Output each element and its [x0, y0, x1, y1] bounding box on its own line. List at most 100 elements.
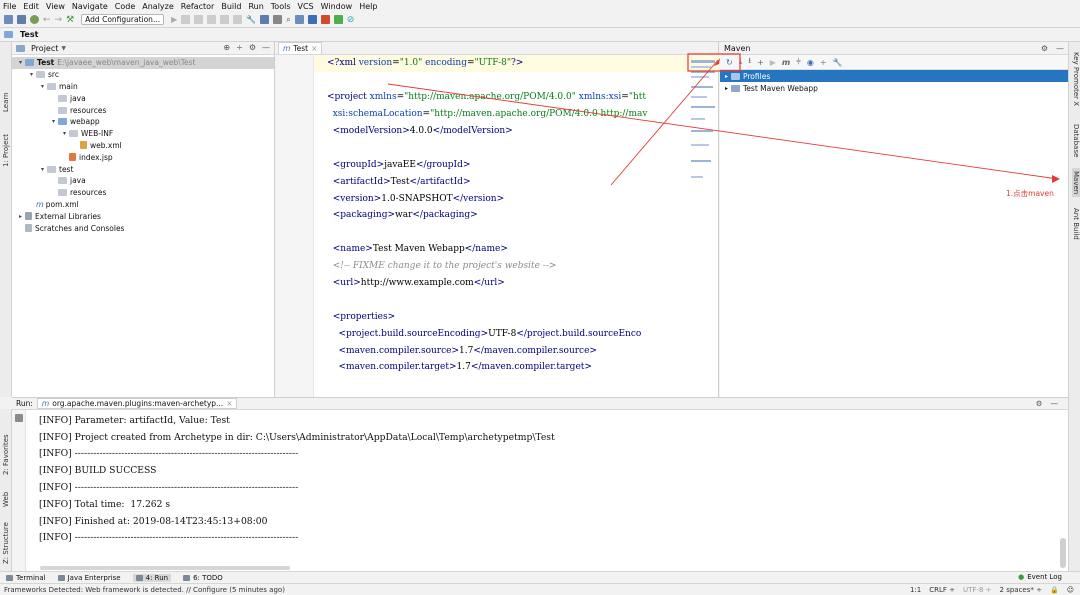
tree-item[interactable]: resources — [12, 187, 274, 199]
event-log-button[interactable]: ● Event Log — [1018, 573, 1062, 581]
wrench-icon[interactable]: 🔧 — [833, 58, 843, 67]
tree-item[interactable]: ▸ External Libraries — [12, 210, 274, 222]
collapse-icon[interactable]: ÷ — [236, 43, 243, 52]
add-icon[interactable]: + — [757, 58, 764, 67]
sync-icon[interactable] — [30, 15, 39, 24]
menu-item-analyze[interactable]: Analyze — [142, 2, 174, 11]
menu-item-build[interactable]: Build — [221, 2, 241, 11]
breadcrumb-project[interactable]: Test — [20, 30, 38, 39]
disable-icon[interactable]: ⊘ — [347, 15, 355, 25]
run-icon[interactable]: ▶ — [171, 15, 177, 24]
menu-item-view[interactable]: View — [46, 2, 65, 11]
line-separator[interactable]: CRLF ÷ — [929, 586, 955, 594]
profile-icon[interactable] — [207, 15, 217, 24]
structure-tool-tab[interactable]: Z: Structure — [2, 522, 10, 564]
tree-item[interactable]: web.xml — [12, 140, 274, 152]
bottom-tab-java-enterprise[interactable]: Java Enterprise — [57, 574, 121, 582]
save-icon[interactable] — [17, 15, 26, 24]
chevron-down-icon[interactable]: ▼ — [61, 45, 66, 52]
hide-icon[interactable]: — — [1056, 44, 1064, 53]
project-tool-tab[interactable]: 1: Project — [2, 134, 10, 167]
menu-item-code[interactable]: Code — [115, 2, 135, 11]
project-structure-icon[interactable] — [260, 15, 270, 24]
tree-item[interactable]: ▾ webapp — [12, 116, 274, 128]
toggle-offline-icon[interactable]: ⫩ — [796, 57, 801, 67]
web-tool-tab[interactable]: Web — [2, 492, 10, 507]
caret-position[interactable]: 1:1 — [910, 586, 921, 594]
rerun-icon[interactable] — [15, 414, 23, 422]
menu-item-vcs[interactable]: VCS — [298, 2, 314, 11]
sdk-icon[interactable] — [273, 15, 283, 24]
favorites-tool-tab[interactable]: 2: Favorites — [2, 434, 10, 475]
build-hammer-icon[interactable]: ⚒ — [66, 15, 74, 25]
file-encoding[interactable]: UTF-8 ÷ — [963, 586, 992, 594]
download-icon[interactable]: ⭳ — [748, 55, 751, 69]
chevron-right-icon[interactable]: ▸ — [722, 85, 731, 92]
tree-item[interactable]: ▾ WEB-INF — [12, 128, 274, 140]
chevron-down-icon[interactable]: ▾ — [38, 166, 47, 173]
search-icon[interactable]: ⌕ — [286, 15, 290, 25]
gear-icon[interactable]: ⚙ — [249, 43, 256, 52]
stop-icon[interactable] — [220, 15, 230, 24]
inspector-icon[interactable]: ☺ — [1067, 586, 1074, 594]
vcs-icon[interactable] — [294, 15, 304, 24]
close-icon[interactable]: × — [311, 44, 317, 53]
console-scrollbar[interactable] — [1060, 538, 1066, 568]
menu-item-help[interactable]: Help — [359, 2, 377, 11]
gear-icon[interactable]: ⚙ — [1036, 399, 1043, 408]
wrench-icon[interactable]: 🔧 — [246, 15, 256, 24]
debug-icon[interactable] — [181, 15, 191, 24]
run-console[interactable]: [INFO] Parameter: artifactId, Value: Tes… — [26, 410, 1068, 572]
reimport-icon[interactable]: ↻ — [726, 58, 733, 67]
open-icon[interactable] — [4, 15, 13, 24]
key-promoter-tool-tab[interactable]: Key Promoter X — [1072, 52, 1080, 106]
project-panel-title[interactable]: Project — [31, 44, 58, 53]
chevron-right-icon[interactable]: ▸ — [16, 213, 25, 220]
minimap[interactable] — [689, 56, 718, 196]
chevron-down-icon[interactable]: ▾ — [16, 59, 25, 66]
tree-item[interactable]: java — [12, 92, 274, 104]
tree-item[interactable]: ▾ main — [12, 81, 274, 93]
chevron-down-icon[interactable]: ▾ — [38, 83, 47, 90]
menu-item-file[interactable]: File — [3, 2, 16, 11]
bottom-tab-4-run[interactable]: 4: Run — [132, 573, 172, 582]
hide-icon[interactable]: — — [262, 43, 270, 52]
database-tool-tab[interactable]: Database — [1072, 124, 1080, 157]
console-h-scrollbar[interactable] — [40, 566, 290, 570]
attach-icon[interactable] — [233, 15, 243, 24]
run-tab[interactable]: m org.apache.maven.plugins:maven-archety… — [36, 398, 238, 409]
status-message[interactable]: Frameworks Detected: Web framework is de… — [4, 586, 285, 594]
tree-item[interactable]: ▾ src — [12, 69, 274, 81]
tree-item[interactable]: m pom.xml — [12, 199, 274, 211]
maven-tree-item[interactable]: ▸ Test Maven Webapp — [720, 82, 1068, 94]
generate-sources-icon[interactable]: ⤓ — [739, 57, 743, 67]
learn-tool-tab[interactable]: Learn — [2, 92, 10, 112]
menu-item-edit[interactable]: Edit — [23, 2, 39, 11]
maven-goal-icon[interactable]: m — [782, 58, 790, 67]
tree-item[interactable]: ▾ Test E:\javaee_web\maven_java_web\Test — [12, 57, 274, 69]
forward-icon[interactable]: → — [55, 15, 63, 25]
back-icon[interactable]: ← — [43, 15, 51, 25]
maven-tool-tab[interactable]: Maven — [1072, 168, 1080, 198]
code-area[interactable]: 1<?xml version="1.0" encoding="UTF-8"?>2… — [314, 55, 719, 397]
run-icon[interactable]: ▶ — [770, 58, 776, 67]
menu-item-run[interactable]: Run — [248, 2, 263, 11]
editor-tab-test[interactable]: m Test × — [278, 42, 323, 54]
plugin-icon[interactable] — [307, 15, 317, 24]
presentation-icon[interactable] — [333, 15, 343, 24]
menu-item-navigate[interactable]: Navigate — [72, 2, 108, 11]
jrebel-icon[interactable] — [320, 15, 330, 24]
lock-icon[interactable]: 🔒 — [1050, 586, 1059, 594]
chevron-down-icon[interactable]: ▾ — [27, 71, 36, 78]
menu-item-refactor[interactable]: Refactor — [181, 2, 215, 11]
bottom-tab-6-todo[interactable]: 6: TODO — [183, 574, 223, 582]
tree-item[interactable]: index.jsp — [12, 151, 274, 163]
tree-item[interactable]: resources — [12, 104, 274, 116]
gear-icon[interactable]: ⚙ — [1041, 44, 1048, 53]
locate-icon[interactable]: ⊕ — [223, 43, 230, 52]
skip-tests-icon[interactable]: ◉ — [807, 58, 814, 67]
tree-item[interactable]: java — [12, 175, 274, 187]
ant-build-tool-tab[interactable]: Ant Build — [1072, 208, 1080, 240]
chevron-down-icon[interactable]: ▾ — [49, 118, 58, 125]
tree-item[interactable]: ▾ test — [12, 163, 274, 175]
